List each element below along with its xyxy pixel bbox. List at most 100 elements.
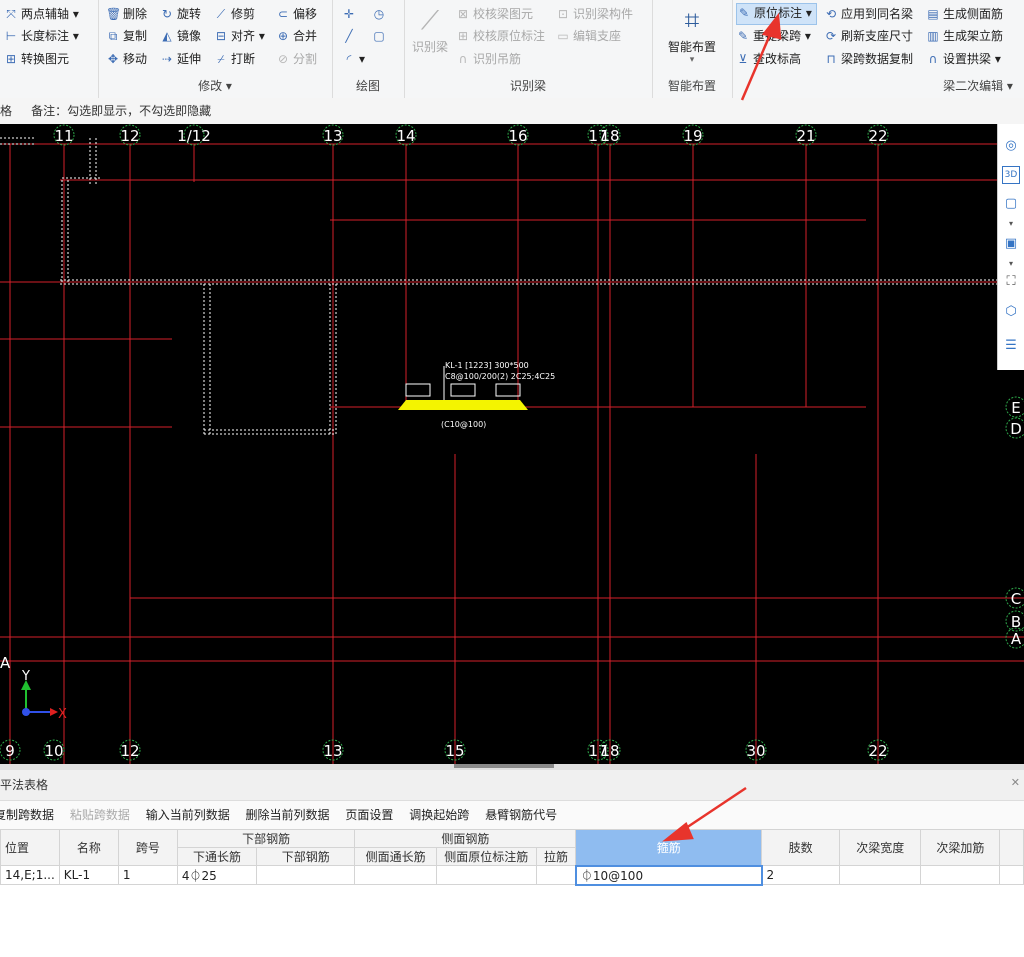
align-button[interactable]: ⊟ 对齐 ▾ xyxy=(214,26,265,46)
table-row: 14,E;1... KL-1 1 4⏀25 ⏀10@100 2 xyxy=(0,864,1024,886)
solid-box-icon[interactable]: ▣ xyxy=(1001,234,1021,254)
orbit-view-icon[interactable]: ◎ xyxy=(1001,136,1021,156)
chevron-down-icon[interactable]: ▾ xyxy=(1001,254,1021,274)
swap-start-span-button[interactable]: 调换起始跨 xyxy=(409,808,469,822)
fullscreen-icon[interactable]: ⛶ xyxy=(1001,272,1021,292)
copy-span-data-button[interactable]: 复制跨数据 xyxy=(0,808,54,822)
break-button[interactable]: ⌿ 打断 xyxy=(214,49,255,69)
trim-button[interactable]: ⟋ 修剪 xyxy=(214,4,255,24)
ribbon-toolbar: ⤧ 两点辅轴 ▾ ⊢ 长度标注 ▾ ⊞ 转换图元 🗑 删除 ↻ 旋转 ⟋ 修剪 ⊂ 偏移 ⧉ 复… xyxy=(0,0,1024,99)
box-view-icon[interactable]: ▢ xyxy=(1001,194,1021,214)
top_axe-label: 22 xyxy=(868,127,887,145)
cell-tie[interactable] xyxy=(535,865,577,885)
cell-stirrup[interactable]: ⏀10@100 xyxy=(574,864,763,886)
header-secondary-add: 次梁加筋 xyxy=(920,829,1001,866)
note-bar: 格 备注：勾选即显示，不勾选即隐藏 xyxy=(0,98,1024,125)
cell-position[interactable]: 14,E;1... xyxy=(0,865,60,885)
axis-tools-group: ⤧ 两点辅轴 ▾ ⊢ 长度标注 ▾ ⊞ 转换图元 xyxy=(0,0,99,98)
copy-span-data-icon: ⊓ xyxy=(826,52,836,66)
top-axis-bubbles: 11 12 1/12 13 14 16 1718 19 21 22 xyxy=(53,124,889,146)
copy-button[interactable]: ⧉ 复制 xyxy=(106,26,147,46)
header-stirrup[interactable]: 箍筋 xyxy=(575,829,763,866)
reextract-span-button[interactable]: ✎ 重提梁跨 ▾ xyxy=(736,26,811,46)
delete-button[interactable]: 🗑 删除 xyxy=(106,4,147,24)
convert-element-icon: ⊞ xyxy=(5,52,17,66)
identify-beam-component-button[interactable]: ⊡ 识别梁构件 xyxy=(556,4,633,24)
properties-view-icon[interactable]: ☰ xyxy=(1001,336,1021,356)
smart-layout-group: ⌗ 智能布置 ▾ 智能布置 xyxy=(652,0,733,98)
rotate-point-button[interactable]: ◷ xyxy=(372,4,389,24)
cell-side-in-situ[interactable] xyxy=(435,865,537,885)
selected-beam-kl-1[interactable]: KL-1 [1223] 300*500 C8@100/200(2) 2C25;4… xyxy=(398,361,555,429)
check-annotation-button[interactable]: ⊞ 校核原位标注 xyxy=(456,26,545,46)
generate-erection-rebar-button[interactable]: ▥ 生成架立筋 xyxy=(926,26,1003,46)
axis-lines xyxy=(0,143,1024,764)
cell-side-through[interactable] xyxy=(354,865,437,885)
drawing-canvas[interactable]: KL-1 [1223] 300*500 C8@100/200(2) 2C25;4… xyxy=(0,124,1024,764)
generate-side-rebar-button[interactable]: ▤ 生成侧面筋 xyxy=(926,4,1003,24)
right_axe-label: D xyxy=(1010,420,1022,438)
rotate-button[interactable]: ↻ 旋转 xyxy=(160,4,201,24)
generate-side-rebar-icon: ▤ xyxy=(927,7,939,21)
header-legs: 肢数 xyxy=(761,829,841,866)
ucs-y-label: Y xyxy=(21,669,30,684)
beam-edit-group-label: 梁二次编辑 ▾ xyxy=(943,79,1013,93)
line-draw-button[interactable]: ╱ xyxy=(342,26,359,46)
edit-elevation-button[interactable]: ⊻ 查改标高 xyxy=(736,49,801,69)
cube-view-icon[interactable]: ⬡ xyxy=(1001,302,1021,322)
extend-button[interactable]: ⇢ 延伸 xyxy=(160,49,201,69)
edit-elevation-icon: ⊻ xyxy=(738,52,748,66)
paste-span-data-button[interactable]: 粘贴跨数据 xyxy=(70,808,130,822)
header-side-through: 侧面通长筋 xyxy=(354,847,437,866)
beam-edit-group: ✎ 原位标注 ▾ ⟲ 应用到同名梁 ▤ 生成侧面筋 ✎ 重提梁跨 ▾ ⟳ 刷新支座尺寸 ▥… xyxy=(732,0,1024,98)
point-draw-button[interactable]: ✛ xyxy=(342,4,359,24)
cell-secondary-add[interactable] xyxy=(920,865,1001,885)
split-icon: ⊘ xyxy=(277,52,289,66)
plan-table-panel: 平法表格 ✕ 复制跨数据 粘贴跨数据 输入当前列数据 删除当前列数据 页面设置 … xyxy=(0,770,1024,957)
identify-beam-big-button[interactable]: ⟋ 识别梁 xyxy=(410,4,450,55)
close-icon[interactable]: ✕ xyxy=(1011,768,1020,798)
split-button[interactable]: ⊘ 分割 xyxy=(276,49,317,69)
two-point-axis-button[interactable]: ⤧ 两点辅轴 ▾ xyxy=(4,4,79,24)
identify-hanger-button[interactable]: ∩ 识别吊筋 xyxy=(456,49,521,69)
smart-layout-button[interactable]: ⌗ 智能布置 ▾ xyxy=(656,4,728,65)
identify-beam-icon: ⟋ xyxy=(420,6,440,36)
identify-hanger-icon: ∩ xyxy=(458,52,468,66)
top_axe-label: 11 xyxy=(54,127,73,145)
cantilever-code-button[interactable]: 悬臂钢筋代号 xyxy=(485,808,557,822)
splitter-grip[interactable] xyxy=(454,764,554,768)
copy-span-data-button[interactable]: ⊓ 梁跨数据复制 xyxy=(824,49,913,69)
cell-secondary-width[interactable] xyxy=(839,865,922,885)
cell-bottom-through[interactable]: 4⏀25 xyxy=(176,865,258,885)
convert-element-button[interactable]: ⊞ 转换图元 xyxy=(4,49,69,69)
cell-name[interactable]: KL-1 xyxy=(58,865,119,885)
cell-span[interactable]: 1 xyxy=(117,865,178,885)
3d-view-icon[interactable]: 3D xyxy=(1002,166,1020,184)
merge-button[interactable]: ⊕ 合并 xyxy=(276,26,317,46)
refresh-support-button[interactable]: ⟳ 刷新支座尺寸 xyxy=(824,26,913,46)
offset-button[interactable]: ⊂ 偏移 xyxy=(276,4,317,24)
trim-icon: ⟋ xyxy=(216,7,226,21)
two-point-axis-icon: ⤧ xyxy=(6,7,16,21)
cad-drawing: KL-1 [1223] 300*500 C8@100/200(2) 2C25;4… xyxy=(0,124,1024,764)
mirror-button[interactable]: ◭ 镜像 xyxy=(160,26,201,46)
rectangle-draw-button[interactable]: ▢ xyxy=(372,26,389,46)
top_axe-label: 1/12 xyxy=(177,127,211,145)
chevron-down-icon[interactable]: ▾ xyxy=(1001,214,1021,234)
input-column-data-button[interactable]: 输入当前列数据 xyxy=(146,808,230,822)
delete-column-data-button[interactable]: 删除当前列数据 xyxy=(246,808,330,822)
bottom_axe-label: 30 xyxy=(746,742,765,760)
beam-label-line3: (C10@100) xyxy=(441,420,486,429)
length-dimension-button[interactable]: ⊢ 长度标注 ▾ xyxy=(4,26,79,46)
panel-toolbar: 复制跨数据 粘贴跨数据 输入当前列数据 删除当前列数据 页面设置 调换起始跨 悬… xyxy=(0,801,1024,830)
move-button[interactable]: ✥ 移动 xyxy=(106,49,147,69)
edit-support-button[interactable]: ▭ 编辑支座 xyxy=(556,26,621,46)
set-arch-beam-button[interactable]: ∩ 设置拱梁 ▾ xyxy=(926,49,1001,69)
cell-bottom-rebar[interactable] xyxy=(256,865,356,885)
in-situ-annotation-button[interactable]: ✎ 原位标注 ▾ xyxy=(736,3,817,25)
check-beam-button[interactable]: ⊠ 校核梁图元 xyxy=(456,4,533,24)
apply-same-name-button[interactable]: ⟲ 应用到同名梁 xyxy=(824,4,913,24)
arc-draw-button[interactable]: ◜ ▾ xyxy=(342,49,365,69)
cell-legs[interactable]: 2 xyxy=(761,865,841,885)
page-setup-button[interactable]: 页面设置 xyxy=(345,808,393,822)
